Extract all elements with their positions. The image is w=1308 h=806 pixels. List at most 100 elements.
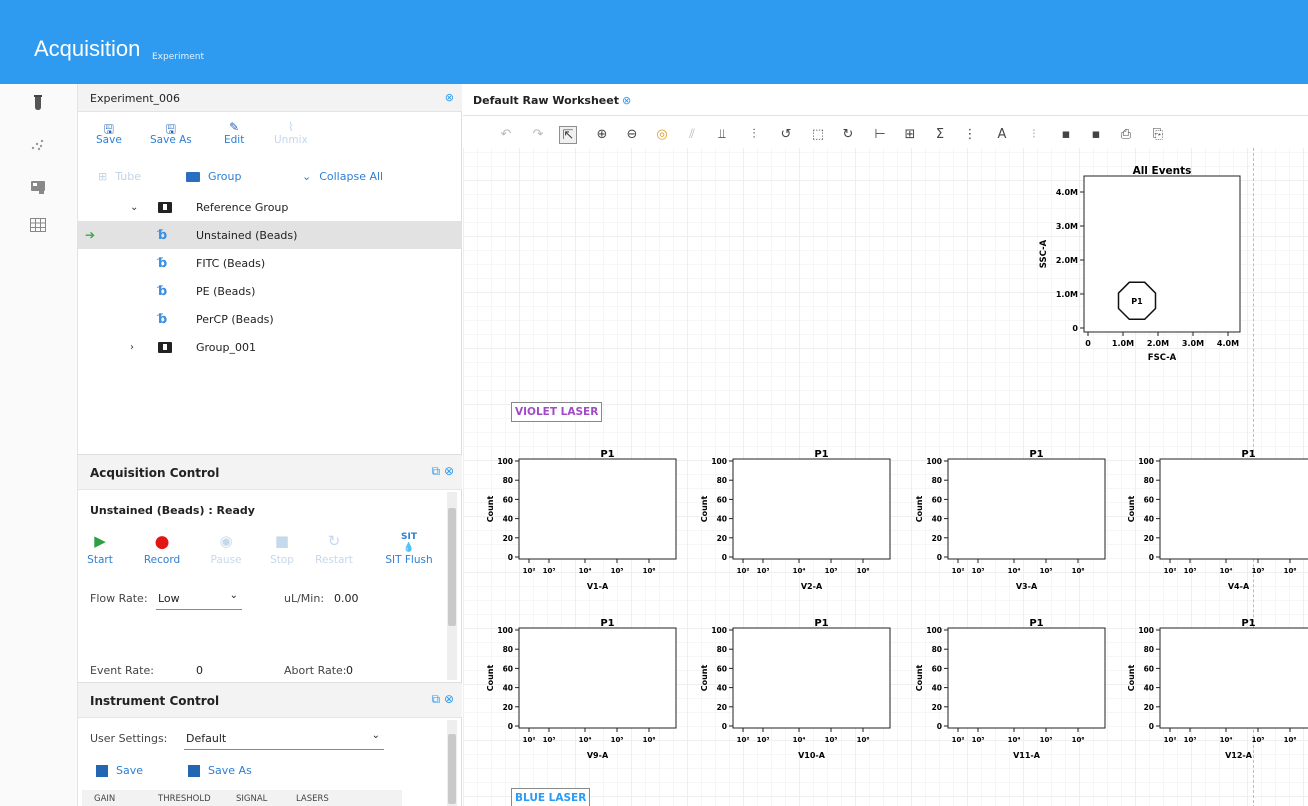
tree-item-percp[interactable]: ␢ PerCP (Beads) [78, 305, 462, 333]
flow-rate-select[interactable]: Low ⌄ [156, 588, 242, 610]
histogram-ytick-label: 80 [932, 476, 942, 485]
histogram-title: P1 [600, 449, 614, 460]
histogram-frame [1159, 458, 1308, 560]
tree-item-pe[interactable]: ␢ PE (Beads) [78, 277, 462, 305]
histogram-xtick-label: 10³ [972, 736, 985, 744]
chevron-right-icon[interactable]: › [130, 342, 134, 353]
instrument-save-button[interactable]: Save [96, 764, 143, 777]
close-icon[interactable]: ⊗ [445, 91, 454, 104]
nav-rail [0, 84, 78, 806]
tab-lasers[interactable]: LASERS [296, 794, 329, 804]
histogram-xlabel: V11-A [1013, 751, 1041, 760]
unmix-icon: ⌇ [287, 120, 294, 134]
scatter-xtick-label: 2.0M [1147, 339, 1169, 348]
histogram-xtick-label: 10² [523, 567, 536, 575]
ul-min-value: 0.00 [334, 592, 359, 605]
histogram-xtick-label: 10³ [543, 736, 556, 744]
histogram-ytick-label: 100 [1138, 457, 1154, 466]
tab-threshold[interactable]: THRESHOLD [158, 794, 211, 804]
record-button[interactable]: ● Record [140, 532, 184, 566]
popout-icon[interactable]: ⧉ [432, 464, 441, 478]
histogram-ytick-label: 20 [932, 703, 942, 712]
app-title: Acquisition [34, 36, 141, 61]
histogram-ytick-label: 60 [717, 495, 727, 504]
chevron-down-icon[interactable]: ⌄ [130, 202, 138, 213]
folder-add-icon [186, 171, 200, 182]
histogram-ylabel: Count [1127, 496, 1136, 523]
sit-flush-button[interactable]: SIT 💧 SIT Flush [374, 532, 444, 566]
edit-button[interactable]: ✎ Edit [224, 120, 244, 146]
restart-icon: ↻ [327, 532, 341, 550]
histogram-frame [947, 458, 1106, 560]
scatter-ytick-label: 1.0M [1056, 290, 1078, 299]
tree-item-unstained[interactable]: ➔ ␢ Unstained (Beads) [78, 221, 462, 249]
scatter-ylabel: SSC-A [1039, 239, 1049, 268]
histogram-ylabel: Count [700, 496, 709, 523]
gate-p1-label: P1 [1131, 297, 1143, 306]
abort-rate-value: 0 [346, 664, 353, 677]
histogram-ylabel: Count [700, 665, 709, 692]
histogram-xtick-label: 10⁵ [1040, 567, 1053, 575]
histogram-xtick-label: 10⁶ [1284, 567, 1297, 575]
histogram-ytick-label: 20 [1144, 534, 1154, 543]
histogram-ytick-label: 80 [932, 645, 942, 654]
save-icon: 🖫 [103, 122, 114, 136]
histogram-xtick-label: 10² [737, 567, 750, 575]
stop-button[interactable]: ■ Stop [260, 532, 304, 566]
instrument-scrollbar[interactable] [447, 720, 457, 806]
instrument-save-as-button[interactable]: Save As [188, 764, 252, 777]
tube-icon[interactable] [27, 92, 49, 114]
save-as-button[interactable]: 🖫 Save As [150, 120, 192, 146]
add-tube-button[interactable]: ⊞ Tube [98, 170, 141, 183]
histogram-ytick-label: 0 [508, 722, 513, 731]
tab-signal[interactable]: SIGNAL [236, 794, 267, 804]
tube-icon: ␢ [158, 227, 168, 243]
histogram-ytick-label: 0 [722, 553, 727, 562]
popout-icon[interactable]: ⧉ [432, 692, 441, 706]
scatter-title: All Events [1133, 165, 1192, 177]
pause-button[interactable]: ◉ Pause [204, 532, 248, 566]
tab-gain[interactable]: GAIN [94, 794, 115, 804]
histogram-xtick-label: 10² [523, 736, 536, 744]
close-icon[interactable]: ⊗ [444, 692, 454, 706]
histogram-ytick-label: 80 [1144, 645, 1154, 654]
histogram-xtick-label: 10⁴ [579, 736, 592, 744]
user-settings-label: User Settings: [90, 732, 168, 745]
ul-min-label: uL/Min: [284, 592, 325, 605]
abort-rate-label: Abort Rate: [284, 664, 347, 677]
histogram-title: P1 [1241, 449, 1255, 460]
instrument-icon[interactable] [27, 176, 49, 198]
histogram-xtick-label: 10² [737, 736, 750, 744]
close-icon[interactable]: ⊗ [444, 464, 454, 478]
unmix-button[interactable]: ⌇ Unmix [274, 120, 308, 146]
histogram-xtick-label: 10⁴ [1220, 567, 1233, 575]
app-header: Acquisition Experiment [0, 0, 1308, 84]
tree-group-reference[interactable]: ⌄ Reference Group [78, 193, 462, 221]
experiment-name: Experiment_006 [90, 92, 181, 105]
histogram-xlabel: V2-A [801, 582, 823, 591]
tree-item-fitc[interactable]: ␢ FITC (Beads) [78, 249, 462, 277]
histogram-ytick-label: 80 [717, 476, 727, 485]
user-settings-select[interactable]: Default ⌄ [184, 728, 384, 750]
save-button[interactable]: 🖫 Save [96, 120, 122, 146]
histogram-ytick-label: 100 [1138, 626, 1154, 635]
folder-icon [158, 201, 172, 213]
histogram-xtick-label: 10³ [1184, 567, 1197, 575]
start-button[interactable]: ▶ Start [78, 532, 122, 566]
tree-group-001[interactable]: › Group_001 [78, 333, 462, 361]
add-group-button[interactable]: Group [186, 170, 242, 183]
grid-icon[interactable] [27, 214, 49, 236]
histogram-xtick-label: 10⁴ [793, 567, 806, 575]
histogram-frame [518, 627, 677, 729]
histogram-ytick-label: 20 [717, 534, 727, 543]
restart-button[interactable]: ↻ Restart [312, 532, 356, 566]
histogram-xtick-label: 10⁴ [1008, 736, 1021, 744]
worksheet: Default Raw Worksheet ⊗ ↶ ↷ ⇱ ⊕ ⊖ ◎ ⫽ ⫫ ⫶… [463, 84, 1308, 806]
scatter-icon[interactable] [27, 134, 49, 156]
histogram-xtick-label: 10² [1164, 736, 1177, 744]
instrument-control-header: Instrument Control ⧉ ⊗ [78, 682, 462, 718]
histogram-xlabel: V12-A [1225, 751, 1253, 760]
collapse-all-button[interactable]: ⌄ Collapse All [302, 170, 383, 183]
histogram-xtick-label: 10⁵ [1252, 736, 1265, 744]
acquisition-scrollbar[interactable] [447, 492, 457, 680]
